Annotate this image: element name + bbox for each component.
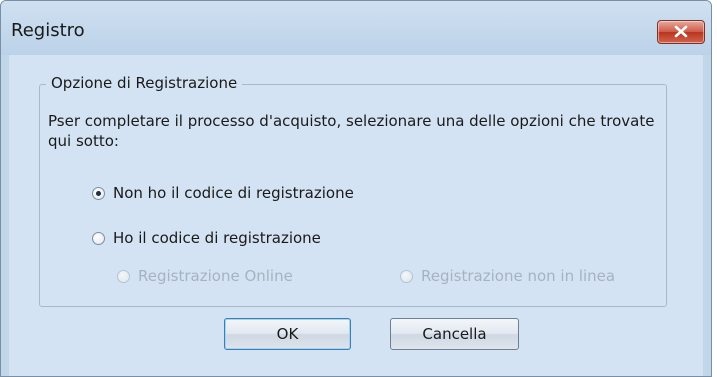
registration-option-group: Opzione di Registrazione Pser completare… bbox=[39, 74, 667, 307]
radio-no-code[interactable]: Non ho il codice di registrazione bbox=[92, 184, 354, 202]
registration-dialog: Registro Opzione di Registrazione Pser c… bbox=[0, 0, 712, 377]
radio-online-label: Registrazione Online bbox=[138, 267, 293, 285]
close-x-icon bbox=[674, 25, 688, 38]
window-title: Registro bbox=[11, 20, 85, 41]
radio-button-disabled bbox=[400, 269, 413, 283]
radio-have-code-label: Ho il codice di registrazione bbox=[113, 229, 321, 247]
radio-button-disabled bbox=[117, 269, 130, 283]
ok-button[interactable]: OK bbox=[224, 318, 351, 350]
radio-online-registration: Registrazione Online bbox=[117, 267, 293, 285]
title-bar[interactable]: Registro bbox=[1, 1, 711, 55]
dialog-body: Opzione di Registrazione Pser completare… bbox=[9, 55, 703, 376]
group-legend: Opzione di Registrazione bbox=[46, 74, 243, 92]
radio-offline-label: Registrazione non in linea bbox=[421, 267, 616, 285]
instruction-text: Pser completare il processo d'acquisto, … bbox=[48, 112, 655, 150]
radio-button[interactable] bbox=[92, 231, 105, 245]
close-button[interactable] bbox=[657, 20, 705, 44]
radio-offline-registration: Registrazione non in linea bbox=[400, 267, 615, 285]
radio-have-code[interactable]: Ho il codice di registrazione bbox=[92, 229, 321, 247]
radio-button-checked[interactable] bbox=[92, 186, 105, 200]
radio-no-code-label: Non ho il codice di registrazione bbox=[113, 184, 354, 202]
cancel-button[interactable]: Cancella bbox=[390, 318, 519, 350]
